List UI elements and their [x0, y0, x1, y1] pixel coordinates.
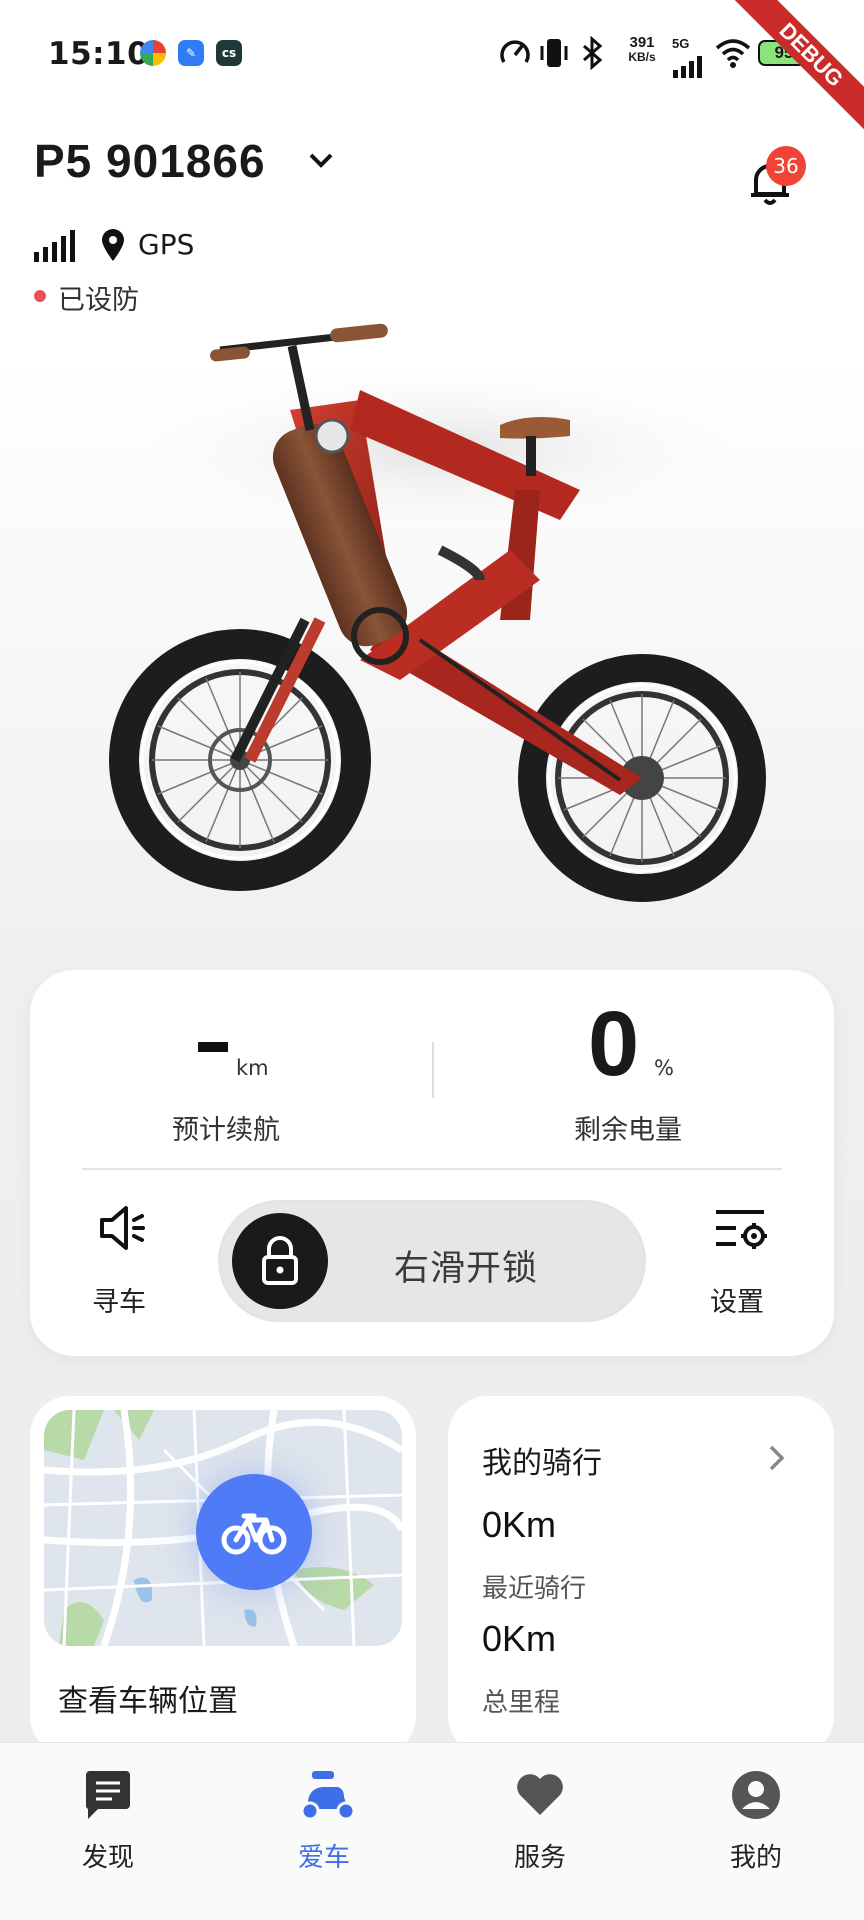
- settings-label[interactable]: 设置: [710, 1280, 764, 1319]
- net-speed-value: 391: [629, 34, 655, 51]
- range-label: 预计续航: [172, 1115, 280, 1146]
- range-value: -: [198, 1042, 228, 1052]
- lock-icon: [262, 1236, 298, 1285]
- view-location-label[interactable]: 查看车辆位置: [58, 1676, 238, 1720]
- app-notification-icon: ✎: [178, 40, 204, 66]
- nav-item-service[interactable]: 服务: [432, 1743, 648, 1920]
- net-speed-unit: KB/s: [628, 50, 656, 64]
- nav-label-profile: 我的: [729, 1843, 782, 1873]
- my-rides-title[interactable]: 我的骑行: [482, 1438, 602, 1482]
- vibrate-icon: [540, 39, 568, 67]
- range-unit: km: [236, 1056, 269, 1080]
- battery-value: 0: [588, 993, 640, 1095]
- vehicle-name[interactable]: P5 901866: [34, 134, 266, 188]
- nav-item-discover[interactable]: 发现: [0, 1743, 216, 1920]
- armed-status-dot: [34, 290, 46, 302]
- recent-ride-label: 最近骑行: [482, 1574, 587, 1604]
- speedometer-icon: [500, 40, 530, 63]
- battery-label: 剩余电量: [574, 1115, 682, 1146]
- my-rides-card[interactable]: 我的骑行 0Km 最近骑行 0Km 总里程: [448, 1396, 834, 1756]
- notification-badge: 36: [766, 146, 806, 186]
- slide-to-unlock[interactable]: 右滑开锁: [218, 1200, 646, 1322]
- stat-divider: [432, 1042, 434, 1098]
- status-time: 15:10: [48, 36, 150, 72]
- scooter-icon: [300, 1771, 356, 1821]
- heart-icon: [517, 1774, 563, 1815]
- nav-label-my-vehicle: 爱车: [297, 1843, 350, 1873]
- wifi-icon: [715, 39, 751, 68]
- person-icon: [732, 1771, 780, 1819]
- bike-image: [100, 323, 780, 902]
- settings-icon[interactable]: [712, 1206, 768, 1254]
- armed-status-text: 已设防: [58, 285, 139, 316]
- gps-label: GPS: [138, 228, 195, 261]
- chevron-down-icon[interactable]: [308, 152, 334, 170]
- unlock-knob[interactable]: [232, 1213, 328, 1309]
- network-type: 5G: [672, 36, 690, 51]
- cell-signal-icon: [673, 56, 702, 78]
- chat-icon: [85, 1771, 130, 1819]
- vehicle-signal-icon: [34, 230, 75, 262]
- find-vehicle-label[interactable]: 寻车: [92, 1280, 146, 1319]
- vehicle-stats-card: - km 预计续航 0 % 剩余电量 寻车 右滑开锁 设置: [30, 970, 834, 1356]
- vehicle-location-card[interactable]: 查看车辆位置: [30, 1396, 416, 1756]
- nav-label-discover: 发现: [81, 1843, 134, 1873]
- nav-item-profile[interactable]: 我的: [648, 1743, 864, 1920]
- status-bar: 15:10 ✎ cs 391 KB/s 5G 95 DEBUG: [0, 0, 864, 147]
- app-notification-icon: [140, 40, 166, 66]
- chevron-right-icon[interactable]: [768, 1444, 786, 1472]
- net-speed: 391 KB/s: [620, 34, 664, 64]
- total-mileage-label: 总里程: [482, 1688, 561, 1718]
- vehicle-marker[interactable]: [196, 1474, 312, 1590]
- bottom-nav: 发现 爱车 服务 我的: [0, 1742, 864, 1920]
- speaker-icon[interactable]: [96, 1202, 148, 1254]
- nav-label-service: 服务: [513, 1843, 566, 1873]
- location-pin-icon: [102, 229, 124, 261]
- app-notification-icon: cs: [216, 40, 242, 66]
- unlock-label: 右滑开锁: [394, 1249, 539, 1289]
- battery-unit: %: [654, 1056, 674, 1080]
- bicycle-icon: [221, 1513, 287, 1555]
- nav-item-my-vehicle[interactable]: 爱车: [216, 1743, 432, 1920]
- total-mileage-value: 0Km: [482, 1618, 557, 1659]
- bluetooth-icon: [583, 36, 603, 70]
- card-divider: [82, 1168, 782, 1170]
- recent-ride-value: 0Km: [482, 1504, 557, 1545]
